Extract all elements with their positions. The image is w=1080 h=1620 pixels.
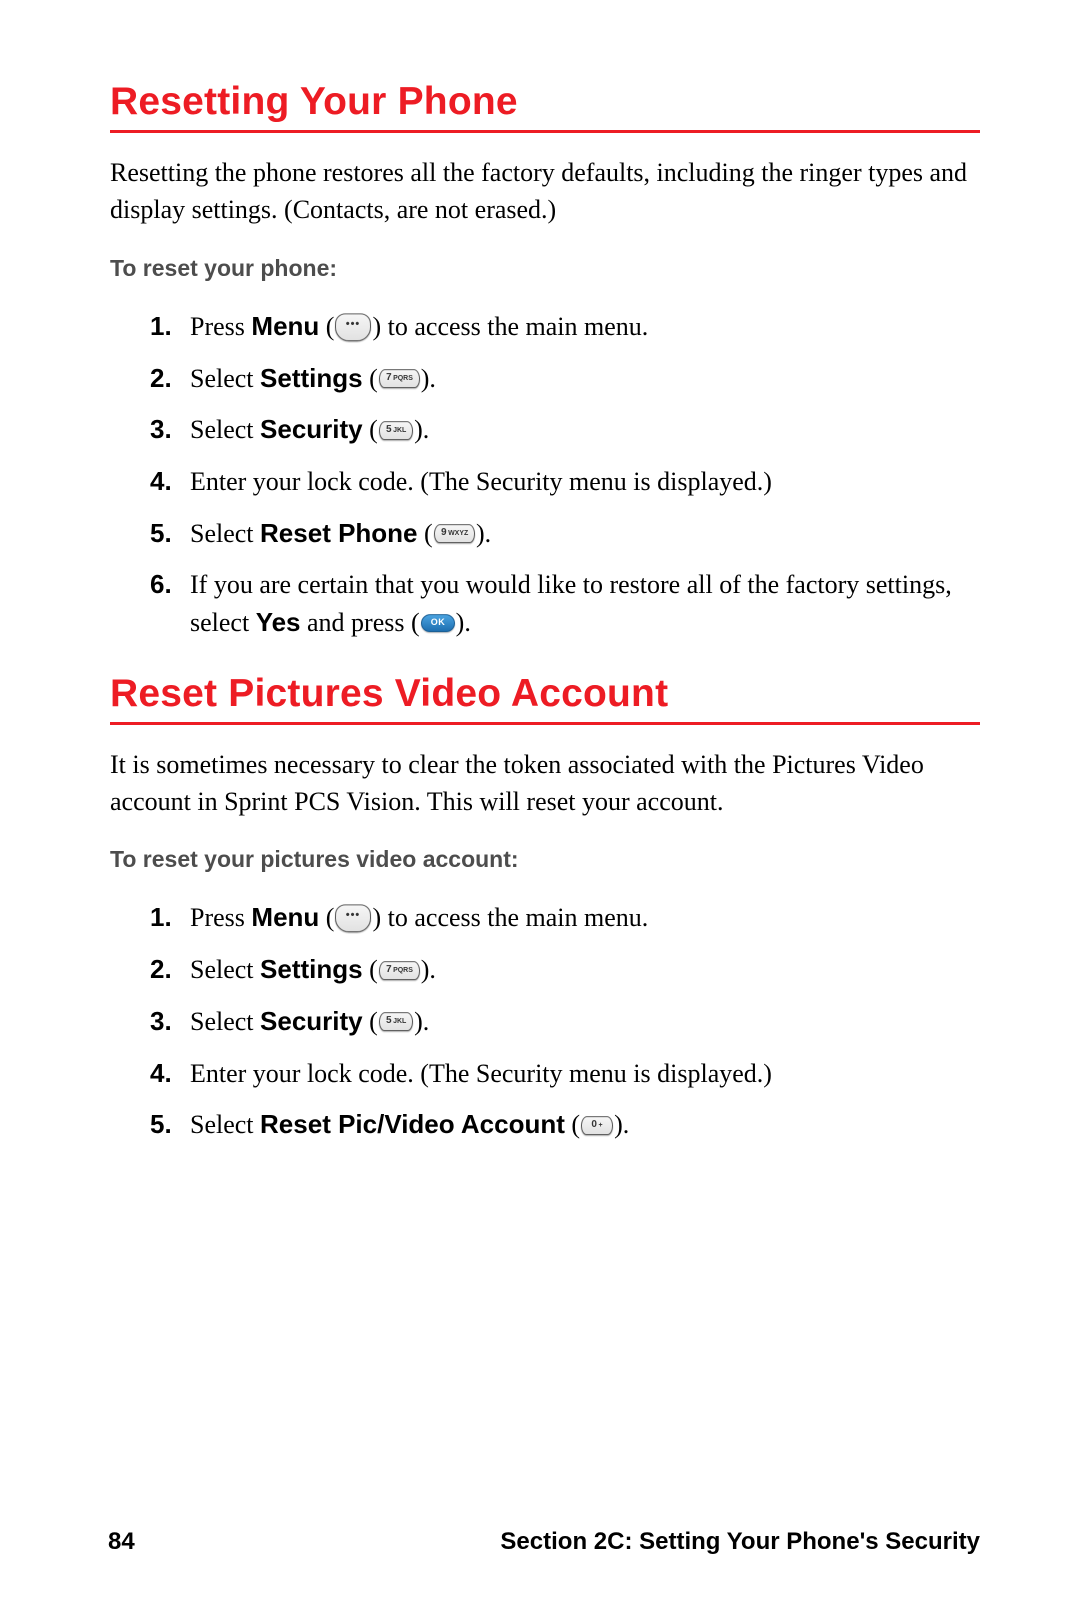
step-text: Enter your lock code. (The Security menu… xyxy=(190,467,772,496)
step-2: Select Settings (7PQRS). xyxy=(150,360,980,398)
step-bold: Security xyxy=(260,1006,363,1036)
paren-close-period: ). xyxy=(421,364,436,393)
paren-open: ( xyxy=(363,1007,378,1036)
paren-close-period: ). xyxy=(614,1110,629,1139)
step-bold: Settings xyxy=(260,954,363,984)
paren-close-period: ). xyxy=(456,608,471,637)
paren-close-period: ). xyxy=(421,955,436,984)
step-bold: Security xyxy=(260,414,363,444)
step-text: Select xyxy=(190,1007,260,1036)
heading-rule xyxy=(110,130,980,133)
step-bold: Reset Phone xyxy=(260,518,418,548)
step-text: Select xyxy=(190,1110,260,1139)
step-1: Press Menu () to access the main menu. xyxy=(150,899,980,937)
ok-key-icon: OK xyxy=(420,614,455,632)
paren-open: ( xyxy=(319,312,334,341)
intro-reset-picvid: It is sometimes necessary to clear the t… xyxy=(110,747,980,821)
paren-close-period: ). xyxy=(476,519,491,548)
step-text: Select xyxy=(190,955,260,984)
intro-reset-phone: Resetting the phone restores all the fac… xyxy=(110,155,980,229)
step-5: Select Reset Pic/Video Account (0+). xyxy=(150,1106,980,1144)
step-2: Select Settings (7PQRS). xyxy=(150,951,980,989)
key-9-icon: 9WXYZ xyxy=(433,524,475,543)
subhead-reset-picvid: To reset your pictures video account: xyxy=(110,846,980,873)
steps-reset-picvid: Press Menu () to access the main menu. S… xyxy=(110,899,980,1143)
key-0-icon: 0+ xyxy=(581,1116,614,1135)
paren-close-period: ). xyxy=(414,415,429,444)
step-bold: Settings xyxy=(260,363,363,393)
step-text-after: to access the main menu. xyxy=(381,312,648,341)
step-3: Select Security (5JKL). xyxy=(150,1003,980,1041)
page-footer: 84 Section 2C: Setting Your Phone's Secu… xyxy=(0,1528,1080,1556)
paren-open: ( xyxy=(418,519,433,548)
step-bold: Menu xyxy=(251,902,319,932)
step-4: Enter your lock code. (The Security menu… xyxy=(150,1055,980,1093)
paren-open: ( xyxy=(363,415,378,444)
menu-key-icon xyxy=(335,313,372,341)
paren-open: ( xyxy=(319,903,334,932)
step-text: Enter your lock code. (The Security menu… xyxy=(190,1059,772,1088)
step-4: Enter your lock code. (The Security menu… xyxy=(150,463,980,501)
paren-close-period: ). xyxy=(414,1007,429,1036)
step-5: Select Reset Phone (9WXYZ). xyxy=(150,515,980,553)
step-bold: Reset Pic/Video Account xyxy=(260,1109,565,1139)
paren-close: ) xyxy=(372,312,381,341)
heading-reset-picvid: Reset Pictures Video Account xyxy=(110,672,980,716)
paren-open: ( xyxy=(363,364,378,393)
paren-open: ( xyxy=(363,955,378,984)
step-3: Select Security (5JKL). xyxy=(150,411,980,449)
step-text: Select xyxy=(190,519,260,548)
heading-reset-phone: Resetting Your Phone xyxy=(110,80,980,124)
key-7-icon: 7PQRS xyxy=(378,961,420,980)
step-bold: Menu xyxy=(251,311,319,341)
step-mid: and press ( xyxy=(301,608,420,637)
step-text-after: to access the main menu. xyxy=(381,903,648,932)
page-number: 84 xyxy=(108,1528,135,1556)
step-6: If you are certain that you would like t… xyxy=(150,566,980,641)
paren-close: ) xyxy=(372,903,381,932)
step-bold: Yes xyxy=(256,607,301,637)
step-text: Press xyxy=(190,903,251,932)
subhead-reset-phone: To reset your phone: xyxy=(110,255,980,282)
step-1: Press Menu () to access the main menu. xyxy=(150,308,980,346)
step-text: Select xyxy=(190,364,260,393)
step-text: Press xyxy=(190,312,251,341)
key-5-icon: 5JKL xyxy=(379,1013,414,1032)
step-text: Select xyxy=(190,415,260,444)
menu-key-icon xyxy=(335,905,372,933)
steps-reset-phone: Press Menu () to access the main menu. S… xyxy=(110,308,980,642)
key-5-icon: 5JKL xyxy=(379,421,414,440)
footer-section: Section 2C: Setting Your Phone's Securit… xyxy=(500,1528,980,1556)
heading-rule xyxy=(110,722,980,725)
key-7-icon: 7PQRS xyxy=(378,369,420,388)
paren-open: ( xyxy=(565,1110,580,1139)
